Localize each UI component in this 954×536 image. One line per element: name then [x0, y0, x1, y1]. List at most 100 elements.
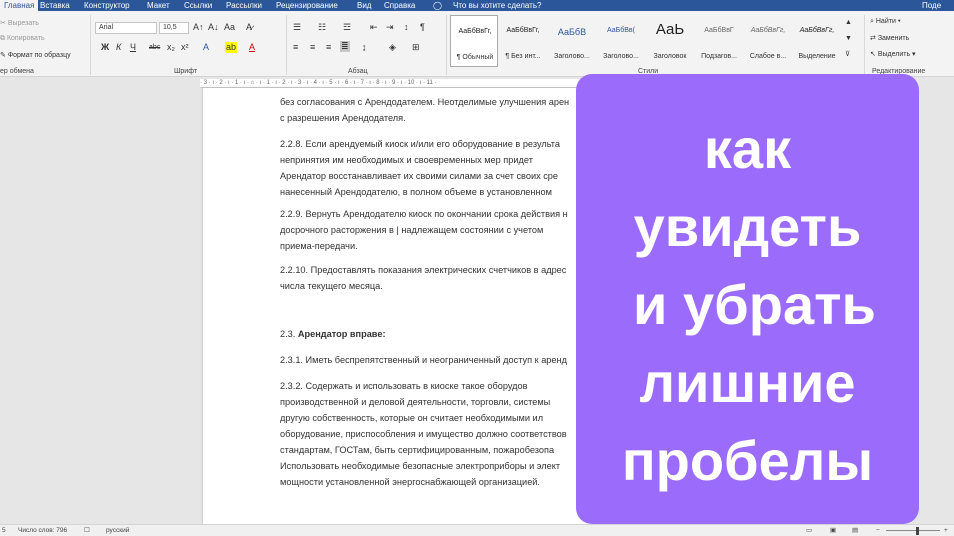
proofing-icon[interactable]: ☐: [84, 525, 90, 536]
subscript-button[interactable]: x₂: [167, 42, 175, 53]
pilcrow-icon[interactable]: ¶: [420, 22, 425, 33]
zoom-out-icon[interactable]: −: [876, 525, 880, 536]
decrease-indent-icon[interactable]: ⇤: [370, 22, 378, 33]
style-sample: АаБбВвГ: [704, 27, 734, 34]
grow-font-icon[interactable]: A↑: [193, 22, 204, 33]
cut-label: Вырезать: [7, 20, 39, 27]
format-painter-label: Формат по образцу: [7, 52, 71, 59]
zoom-slider-thumb[interactable]: [916, 527, 919, 535]
style-name: Заголовок: [653, 53, 687, 60]
font-color-icon[interactable]: A: [249, 42, 255, 53]
zoom-in-icon[interactable]: +: [944, 525, 948, 536]
borders-icon[interactable]: ⊞: [412, 42, 420, 53]
tab-mailings[interactable]: Рассылки: [226, 0, 262, 11]
select-button[interactable]: ↖ Выделить ▾: [870, 50, 916, 58]
cursor-icon: ↖: [870, 51, 878, 58]
format-painter-button[interactable]: ✎ Формат по образцу: [0, 51, 71, 59]
style-name: Выделение: [798, 53, 836, 60]
print-layout-icon[interactable]: ▣: [830, 525, 836, 536]
justify-icon[interactable]: ≣: [340, 41, 350, 52]
overlay-title-line: пробелы: [621, 429, 874, 492]
font-size-combo[interactable]: 10,5: [159, 22, 189, 34]
tab-references[interactable]: Ссылки: [184, 0, 212, 11]
align-right-icon[interactable]: ≡: [326, 42, 331, 53]
strikethrough-button[interactable]: abc: [149, 42, 160, 53]
find-button[interactable]: ⌕ Найти ▾: [870, 18, 901, 26]
styles-more-icon[interactable]: ⊽: [845, 49, 850, 60]
clear-format-icon[interactable]: A̷: [246, 22, 252, 33]
title-overlay-card: как увидеть и убрать лишние пробелы: [576, 74, 919, 524]
bold-button[interactable]: Ж: [101, 42, 109, 53]
align-left-icon[interactable]: ≡: [293, 42, 298, 53]
copy-button[interactable]: ⧉ Копировать: [0, 35, 45, 43]
divider: [446, 15, 447, 75]
account-name[interactable]: Поде: [922, 0, 941, 11]
change-case-icon[interactable]: Aa: [224, 22, 235, 33]
styles-scroll-down-icon[interactable]: ▼: [845, 33, 852, 44]
lightbulb-icon: ◯: [433, 1, 442, 10]
highlight-icon[interactable]: ab: [225, 42, 238, 53]
web-layout-icon[interactable]: ▤: [852, 525, 858, 536]
page-indicator[interactable]: 5: [2, 525, 6, 536]
style-name: Слабое в...: [749, 53, 787, 60]
word-count[interactable]: Число слов: 796: [18, 525, 67, 536]
superscript-button[interactable]: x²: [181, 42, 189, 53]
style-normal[interactable]: АаБбВвГг, ¶ Обычный: [450, 15, 498, 67]
bullets-icon[interactable]: ☰: [293, 22, 301, 33]
italic-button[interactable]: К: [116, 42, 121, 53]
ribbon: ✂ Вырезать ⧉ Копировать ✎ Формат по обра…: [0, 11, 954, 77]
underline-button[interactable]: Ч: [130, 42, 136, 53]
multilevel-list-icon[interactable]: ☲: [343, 22, 351, 33]
sort-icon[interactable]: ↕: [404, 22, 409, 33]
style-title[interactable]: АаЬ Заголовок: [646, 15, 694, 67]
tab-review[interactable]: Рецензирование: [276, 0, 338, 11]
tab-design[interactable]: Конструктор: [84, 0, 130, 11]
divider: [864, 15, 865, 75]
brush-icon: ✎: [0, 52, 8, 59]
replace-label: Заменить: [877, 35, 910, 42]
tab-layout[interactable]: Макет: [147, 0, 170, 11]
numbering-icon[interactable]: ☷: [318, 22, 326, 33]
copy-label: Копировать: [6, 35, 45, 42]
font-name-combo[interactable]: Arial: [95, 22, 157, 34]
line-spacing-icon[interactable]: ↨: [362, 42, 367, 53]
shading-icon[interactable]: ◈: [389, 42, 396, 53]
font-name-value: Arial: [99, 24, 114, 31]
replace-button[interactable]: ⇄ Заменить: [870, 34, 909, 42]
clipboard-group-label: ер обмена: [0, 68, 34, 75]
shrink-font-icon[interactable]: A↓: [208, 22, 219, 33]
style-name: Заголово...: [603, 53, 639, 60]
ribbon-tab-bar: Главная Вставка Конструктор Макет Ссылки…: [0, 0, 954, 11]
tab-view[interactable]: Вид: [357, 0, 371, 11]
style-emphasis[interactable]: АаБбВвГг, Выделение: [793, 15, 841, 67]
read-mode-icon[interactable]: ▭: [806, 525, 812, 536]
style-subtitle[interactable]: АаБбВвГ Подзагов...: [695, 15, 743, 67]
replace-icon: ⇄: [870, 35, 878, 42]
overlay-title-line: как: [703, 117, 792, 180]
style-name: ¶ Обычный: [456, 54, 494, 61]
align-center-icon[interactable]: ≡: [310, 42, 315, 53]
style-sample: АаБбВвГг,: [506, 27, 540, 34]
zoom-slider[interactable]: [886, 530, 940, 531]
style-heading-2[interactable]: АаБбВв( Заголово...: [597, 15, 645, 67]
increase-indent-icon[interactable]: ⇥: [386, 22, 394, 33]
font-size-value: 10,5: [163, 24, 177, 31]
ruler-marks: · 3 · ı · 2 · ı · 1 · ı · ⌂ · ı · 1 · ı …: [200, 80, 437, 86]
language-indicator[interactable]: русский: [106, 525, 129, 536]
styles-scroll-up-icon[interactable]: ▲: [845, 17, 852, 28]
text-effects-icon[interactable]: A: [203, 42, 209, 53]
tab-home[interactable]: Главная: [0, 0, 39, 11]
style-heading-1[interactable]: АаБбВ Заголово...: [548, 15, 596, 67]
style-no-spacing[interactable]: АаБбВвГг, ¶ Без инт...: [499, 15, 547, 67]
tab-help[interactable]: Справка: [384, 0, 415, 11]
divider: [90, 15, 91, 75]
style-name: Подзагов...: [701, 53, 737, 60]
section-heading: Арендатор вправе:: [297, 329, 386, 339]
style-name: ¶ Без инт...: [505, 53, 541, 60]
style-subtle-emphasis[interactable]: АаБбВвГг, Слабое в...: [744, 15, 792, 67]
style-sample: АаБбВвГг,: [458, 28, 492, 35]
section-number: 2.3.: [280, 329, 296, 339]
tab-insert[interactable]: Вставка: [40, 0, 70, 11]
cut-button[interactable]: ✂ Вырезать: [0, 19, 39, 27]
tell-me-search[interactable]: Что вы хотите сделать?: [453, 0, 541, 11]
